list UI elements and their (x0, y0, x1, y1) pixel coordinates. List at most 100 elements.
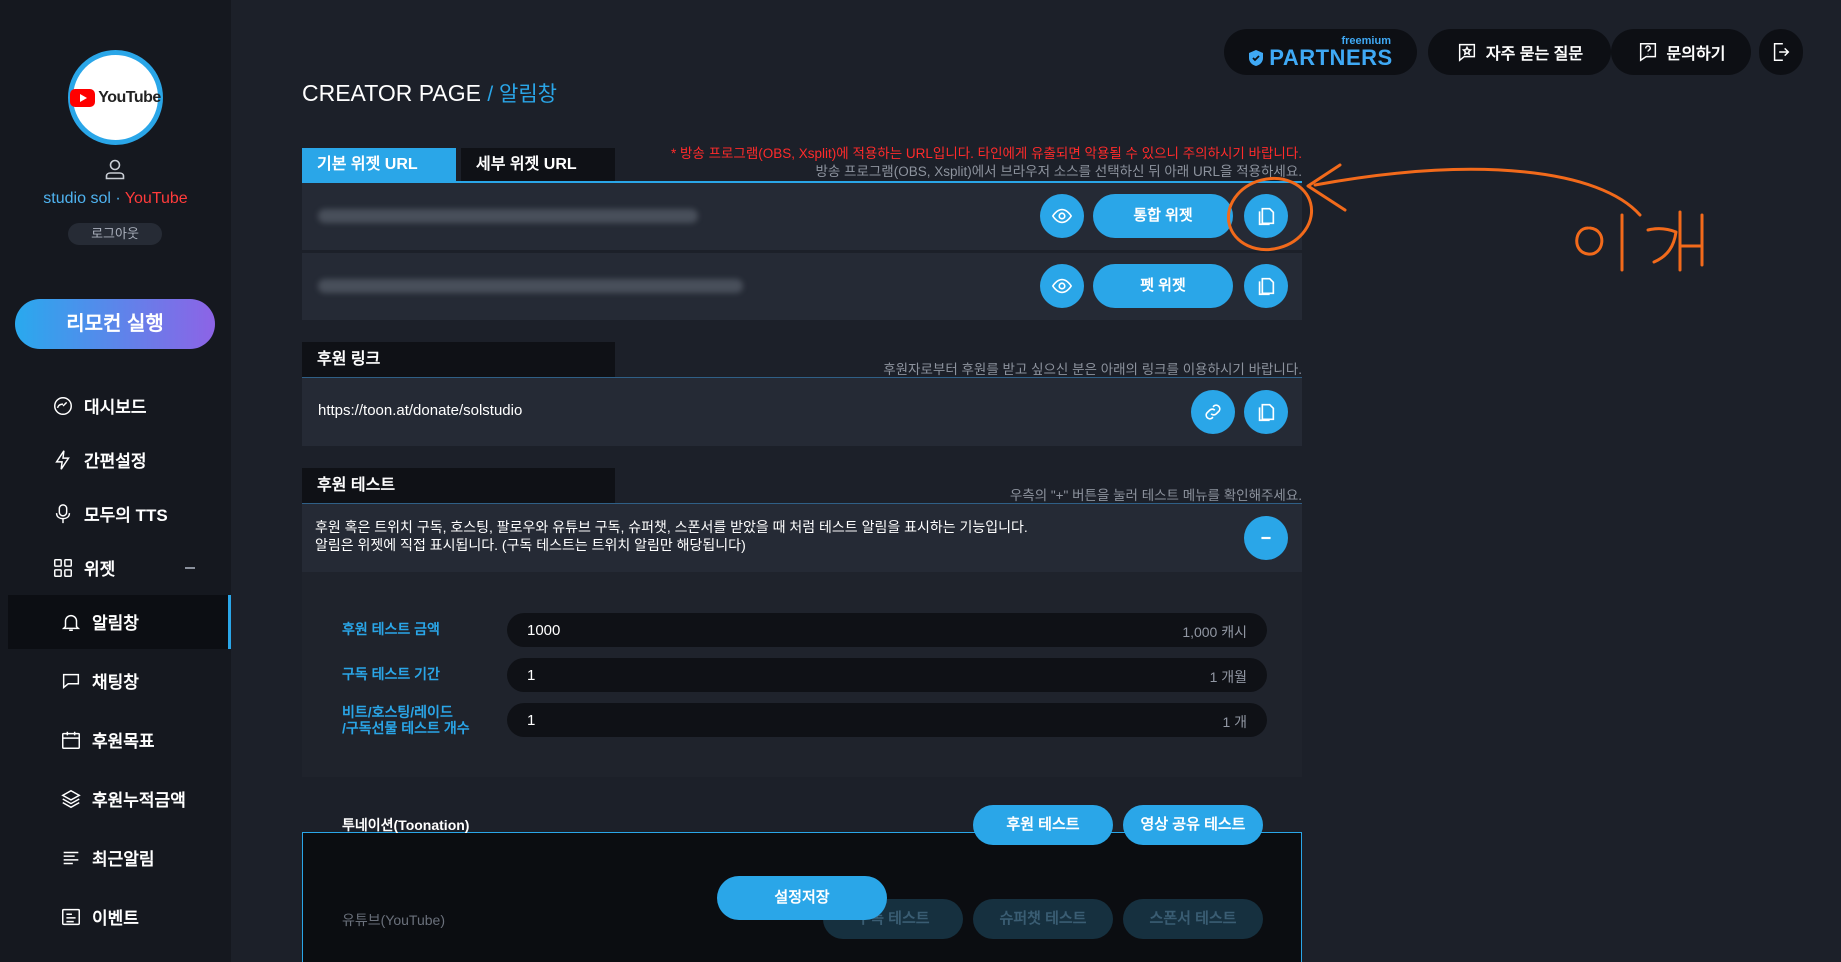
copy-icon (1258, 277, 1275, 296)
copy-link-button[interactable] (1244, 390, 1288, 434)
user-name-separator: · (110, 190, 125, 207)
sidebar-item-label: 간편설정 (84, 452, 147, 471)
donate-amount-input[interactable]: 1000 1,000 캐시 (507, 613, 1267, 647)
donate-url: https://toon.at/donate/solstudio (318, 402, 523, 419)
contact-label: 문의하기 (1666, 46, 1726, 63)
annotation-arrow (1313, 167, 1642, 217)
list-icon (63, 851, 79, 864)
sidebar-item-label: 모두의 TTS (84, 506, 168, 525)
bits-count-label: 비트/호스팅/레이드 /구독선물 테스트 개수 (342, 704, 470, 736)
donate-test-note: 우측의 "+" 버튼을 눌러 테스트 메뉴를 확인해주세요. (1009, 488, 1302, 503)
donate-amount-label: 후원 테스트 금액 (342, 621, 440, 637)
lightning-icon (55, 449, 70, 470)
field-unit: 1,000 캐시 (1182, 624, 1247, 640)
field-unit: 1 개 (1222, 714, 1247, 730)
pet-widget-button[interactable]: 펫 위젯 (1093, 264, 1233, 308)
field-value: 1000 (527, 622, 561, 639)
contact-button[interactable]: 문의하기 (1611, 29, 1751, 75)
sidebar-item-tts[interactable]: 모두의 TTS (52, 501, 168, 526)
link-icon (1205, 404, 1221, 420)
partners-label: PARTNERS (1269, 44, 1393, 70)
youtube-play-icon (70, 88, 96, 107)
eye-icon (1051, 278, 1073, 294)
warning-text: * 방송 프로그램(OBS, Xsplit)에 적용하는 URL입니다. 타인에… (671, 146, 1302, 161)
desc-line-1: 후원 혹은 트위치 구독, 호스팅, 팔로우와 유튜브 구독, 슈퍼챗, 스폰서… (315, 519, 1028, 535)
sidebar-item-label: 최근알림 (92, 850, 155, 869)
tab-detail-widget-url[interactable]: 세부 위젯 URL (461, 148, 615, 182)
faq-icon (1458, 43, 1475, 62)
preview-button[interactable] (1040, 194, 1084, 238)
open-link-button[interactable] (1191, 390, 1235, 434)
minus-icon (1261, 536, 1271, 540)
donate-test-description: 후원 혹은 트위치 구독, 호스팅, 팔로우와 유튜브 구독, 슈퍼챗, 스폰서… (315, 518, 1028, 554)
remote-control-button[interactable]: 리모컨 실행 (15, 299, 215, 349)
widget-url-notice: * 방송 프로그램(OBS, Xsplit)에 적용하는 URL입니다. 타인에… (671, 145, 1302, 181)
tab-basic-widget-url[interactable]: 기본 위젯 URL (302, 148, 456, 182)
sidebar-item-dashboard[interactable]: 대시보드 (52, 393, 147, 418)
shield-icon (1249, 49, 1264, 66)
layers-icon (61, 789, 81, 808)
field-value: 1 (527, 712, 536, 729)
sidebar-item-widget[interactable]: 위젯 (52, 555, 115, 580)
donate-test-button[interactable]: 후원 테스트 (973, 805, 1113, 845)
label-line-2: /구독선물 테스트 개수 (342, 720, 470, 736)
desc-line-2: 알림은 위젯에 직접 표시됩니다. (구독 테스트는 트위치 알림만 해당됩니다… (315, 537, 746, 553)
sidebar-item-event[interactable]: 이벤트 (60, 904, 139, 929)
exit-icon (1773, 43, 1790, 61)
sidebar-item-chat[interactable]: 채팅창 (60, 668, 139, 693)
superchat-test-button[interactable]: 슈퍼챗 테스트 (973, 899, 1113, 939)
bell-icon (61, 614, 81, 631)
integrated-widget-button[interactable]: 통합 위젯 (1093, 194, 1233, 238)
copy-icon (1258, 207, 1275, 226)
youtube-label: 유튜브(YouTube) (342, 912, 445, 928)
copy-url-button[interactable] (1244, 194, 1288, 238)
sidebar-item-donation-goal[interactable]: 후원목표 (60, 727, 155, 752)
sidebar-item-alert[interactable]: 알림창 (60, 609, 139, 634)
faq-label: 자주 묻는 질문 (1485, 46, 1584, 63)
sidebar-item-label: 위젯 (84, 560, 116, 579)
dashboard-icon (54, 396, 72, 415)
donate-link-note: 후원자로부터 후원를 받고 싶으신 분은 아래의 링크를 이용하시기 바랍니다. (883, 362, 1302, 377)
donate-test-desc-row: 후원 혹은 트위치 구독, 호스팅, 팔로우와 유튜브 구독, 슈퍼챗, 스폰서… (302, 504, 1302, 572)
copy-url-button[interactable] (1244, 264, 1288, 308)
preview-button[interactable] (1040, 264, 1084, 308)
widget-url-row: 펫 위젯 (302, 253, 1302, 320)
user-icon (105, 159, 125, 180)
sidebar-item-label: 채팅창 (92, 673, 139, 692)
sidebar-item-quick-setup[interactable]: 간편설정 (52, 447, 147, 472)
sidebar-item-label: 후원누적금액 (92, 791, 186, 810)
eye-icon (1051, 208, 1073, 224)
bits-count-input[interactable]: 1 1 개 (507, 703, 1267, 737)
donate-test-panel: 후원 테스트 금액 1000 1,000 캐시 구독 테스트 기간 1 1 개월… (302, 572, 1302, 777)
label-line-1: 비트/호스팅/레이드 (342, 704, 453, 720)
collapse-minus-icon[interactable] (185, 567, 195, 569)
page-title: CREATOR PAGE / 알림창 (302, 78, 557, 108)
subscribe-period-label: 구독 테스트 기간 (342, 666, 440, 682)
annotation-handwriting (1575, 210, 1704, 272)
field-value: 1 (527, 667, 536, 684)
page-title-sub: / 알림창 (487, 83, 557, 106)
sidebar-item-donation-total[interactable]: 후원누적금액 (60, 786, 186, 811)
exit-button[interactable] (1759, 29, 1803, 75)
save-settings-button[interactable]: 설정저장 (717, 876, 887, 920)
logout-button[interactable]: 로그아웃 (68, 223, 162, 245)
sidebar-item-recent-alerts[interactable]: 최근알림 (60, 845, 155, 870)
widget-icon (54, 558, 72, 577)
video-share-test-button[interactable]: 영상 공유 테스트 (1123, 805, 1263, 845)
subscribe-period-input[interactable]: 1 1 개월 (507, 658, 1267, 692)
partners-label-row: PARTNERS (1248, 44, 1393, 70)
collapse-test-button[interactable] (1244, 516, 1288, 560)
donate-test-header: 후원 테스트 (302, 468, 615, 504)
calendar-icon (62, 731, 80, 749)
partners-button[interactable]: freemium PARTNERS (1224, 29, 1417, 75)
faq-button[interactable]: 자주 묻는 질문 (1428, 29, 1611, 75)
widget-url-row: 통합 위젯 (302, 183, 1302, 250)
donate-link-row: https://toon.at/donate/solstudio (302, 378, 1302, 446)
youtube-logo: YouTube (70, 88, 161, 107)
blurred-widget-url (318, 209, 698, 223)
sponsor-test-button[interactable]: 스폰서 테스트 (1123, 899, 1263, 939)
sidebar-item-label: 대시보드 (84, 398, 147, 417)
toonation-label: 투네이션(Toonation) (342, 817, 470, 833)
sidebar-item-label: 후원목표 (92, 732, 155, 751)
instruction-text: 방송 프로그램(OBS, Xsplit)에서 브라우저 소스를 선택하신 뒤 아… (815, 164, 1302, 179)
